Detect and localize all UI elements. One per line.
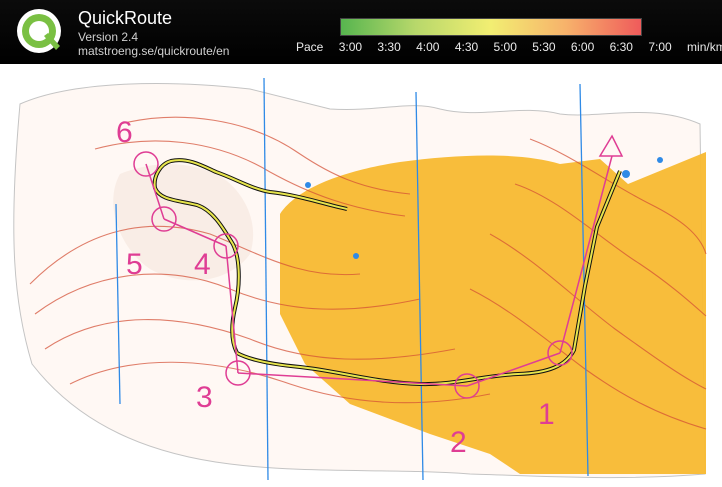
quickroute-window: QuickRoute Version 2.4 matstroeng.se/qui… — [0, 0, 722, 487]
pace-unit: min/km — [687, 40, 722, 54]
app-title: QuickRoute — [78, 8, 173, 28]
pace-gradient-bar — [340, 18, 642, 36]
control-label-4: 4 — [194, 248, 211, 281]
app-version: Version 2.4 — [78, 30, 139, 44]
pace-tick: 6:00 — [570, 40, 595, 54]
control-label-3: 3 — [196, 381, 213, 414]
pace-tick: 3:30 — [377, 40, 401, 54]
pace-tick: 4:00 — [416, 40, 440, 54]
pace-tick: 5:00 — [493, 40, 517, 54]
pace-legend: Pace 3:00 3:30 4:00 4:30 5:00 5:30 6:00 … — [296, 40, 722, 54]
pace-tick: 3:00 — [338, 40, 363, 54]
pace-tick: 4:30 — [454, 40, 479, 54]
control-label-1: 1 — [538, 398, 555, 431]
app-url: matstroeng.se/quickroute/en — [78, 44, 230, 58]
pace-tick: 5:30 — [532, 40, 556, 54]
pace-label: Pace — [296, 40, 324, 54]
header-bar: QuickRoute Version 2.4 matstroeng.se/qui… — [0, 0, 722, 64]
control-label-5: 5 — [126, 248, 143, 281]
pace-tick: 6:30 — [609, 40, 633, 54]
quickroute-logo — [17, 9, 61, 53]
control-label-6: 6 — [116, 116, 133, 149]
orienteering-map: 1 2 3 4 5 6 — [0, 64, 722, 487]
control-label-2: 2 — [450, 426, 467, 459]
pace-tick: 7:00 — [648, 40, 672, 54]
